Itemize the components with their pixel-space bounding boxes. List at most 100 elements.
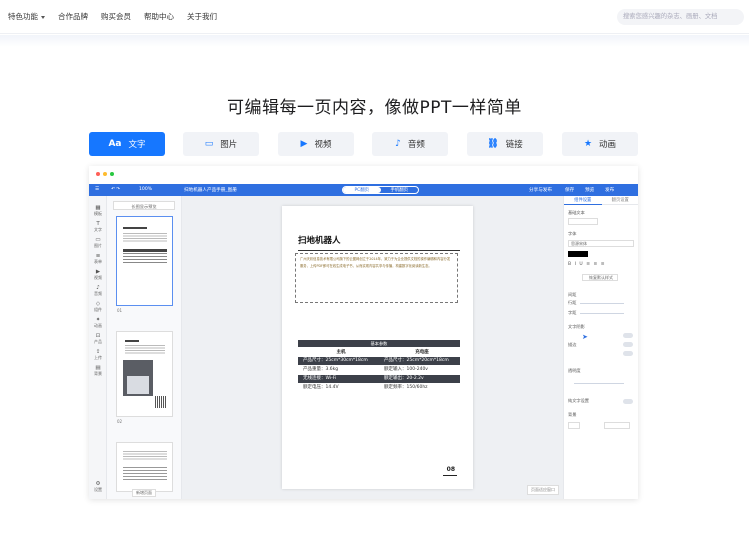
rail-product[interactable]: ⊡ 产品: [89, 333, 107, 345]
editor-preview: ☰ ↶ ↷ 100% 扫地机器人产品手册_图册 PC翻页 手机翻页 分享与发布 …: [89, 166, 638, 499]
view-mode-mobile[interactable]: 手机翻页: [381, 187, 419, 193]
page-thumbnails: 长图显示预览 01 02 新增页面: [107, 196, 182, 499]
plain-text-toggle[interactable]: [623, 399, 633, 404]
stroke-toggle[interactable]: [623, 342, 633, 347]
table-row: 产品重量：3.6kg 额定输入：100-240v: [303, 367, 428, 372]
hero-title: 可编辑每一页内容，像做PPT一样简单: [227, 98, 522, 118]
thumbnail-page-1[interactable]: [116, 216, 173, 306]
page-paragraph[interactable]: 广州天彩信息技术有限公司旗下的云图网创立于2014年，致力于为企业提供文档的操作…: [300, 256, 451, 269]
text-style-select[interactable]: [568, 218, 598, 225]
menu-icon[interactable]: ☰: [95, 187, 99, 192]
rail-component[interactable]: ◇ 组件: [89, 301, 107, 313]
table-row: 产品尺寸：25cm*30cm*18cm 产品尺寸：25cm*20cm*18cm: [298, 357, 460, 365]
undo-icon[interactable]: ↶ ↷: [111, 187, 120, 192]
search-input[interactable]: 搜索您感兴趣的杂志、画册、文档: [617, 9, 744, 25]
font-select[interactable]: 思源宋体: [568, 240, 634, 247]
opacity-slider[interactable]: [574, 383, 624, 385]
nav-about[interactable]: 关于我们: [187, 11, 217, 22]
thumbnail-page-2[interactable]: [116, 331, 173, 417]
table-row: 无线连接：Wi-Fi 额定输出：20-2.2v: [298, 375, 460, 383]
title-underline: [298, 250, 460, 251]
restore-default-style-button[interactable]: 恢复默认样式: [582, 274, 618, 281]
properties-tabs: 组件设置 翻页设置: [564, 196, 638, 205]
video-icon: ▶: [300, 139, 308, 149]
zoom-level[interactable]: 100%: [139, 187, 152, 192]
rail-template[interactable]: ▦ 模板: [89, 205, 107, 217]
table-row: 额定电压：14.4V 额定频率：150/60hz: [303, 385, 428, 390]
rail-animation[interactable]: ✦ 动画: [89, 317, 107, 329]
image-icon: ▭: [204, 139, 214, 149]
background-value-input[interactable]: [604, 422, 630, 429]
left-toolbar: ▦ 模板 T 文字 ▭ 图片 ≡ 表单 ▶ 视频 ♪ 音频 ◇ 组件 ✦ 动画 ⊡ 产品 ⇪ 上传 …: [89, 196, 107, 499]
shadow-toggle[interactable]: [623, 333, 633, 338]
page-number: 08: [446, 466, 455, 473]
chevron-down-icon: [41, 15, 45, 19]
cursor-icon: ➤: [582, 333, 588, 341]
document-title[interactable]: 扫地机器人产品手册_图册: [184, 187, 237, 193]
view-mode-pc[interactable]: PC翻页: [343, 187, 381, 193]
rail-video[interactable]: ▶ 视频: [89, 269, 107, 281]
fit-window-button[interactable]: 页面适应窗口: [527, 485, 559, 495]
link-icon: ⛓: [487, 139, 499, 149]
opacity-label: 透明度: [568, 368, 581, 373]
rail-audio[interactable]: ♪ 音频: [89, 285, 107, 297]
rail-upload[interactable]: ⇪ 上传: [89, 349, 107, 361]
rail-settings[interactable]: ⚙ 设置: [89, 481, 107, 493]
editor-toolbar: ☰ ↶ ↷ 100% 扫地机器人产品手册_图册 PC翻页 手机翻页 分享与发布 …: [89, 184, 638, 196]
page-title[interactable]: 扫地机器人: [298, 234, 341, 246]
close-dot: [96, 172, 100, 176]
background-label: 背景: [568, 412, 577, 417]
tab-audio[interactable]: ♪ 音频: [372, 132, 448, 156]
letter-spacing-label: 字距: [568, 310, 577, 315]
window-controls: [96, 172, 117, 176]
document-page[interactable]: 扫地机器人 广州天彩信息技术有限公司旗下的云图网创立于2014年，致力于为企业提…: [282, 206, 473, 489]
text-color-swatch[interactable]: [568, 251, 588, 257]
nav-features[interactable]: 特色功能: [8, 11, 45, 22]
nav-help[interactable]: 帮助中心: [144, 11, 174, 22]
thumbnail-number: 02: [117, 419, 123, 424]
rail-background[interactable]: ▤ 背景: [89, 365, 107, 377]
tab-text[interactable]: Aa 文字: [89, 132, 165, 156]
nav-partners[interactable]: 合作品牌: [58, 11, 88, 22]
publish-button[interactable]: 发布: [605, 187, 614, 193]
tab-animation[interactable]: ★ 动画: [562, 132, 638, 156]
view-mode-toggle[interactable]: PC翻页 手机翻页: [342, 186, 419, 194]
letter-spacing-slider[interactable]: [580, 313, 624, 315]
section-label: 文字阴影: [568, 324, 585, 329]
save-button[interactable]: 保存: [565, 187, 574, 193]
line-height-label: 行距: [568, 300, 577, 305]
canvas-area: 扫地机器人 广州天彩信息技术有限公司旗下的云图网创立于2014年，致力于为企业提…: [182, 196, 563, 499]
nav-membership[interactable]: 购买会员: [101, 11, 131, 22]
rail-text[interactable]: T 文字: [89, 221, 107, 233]
stroke-label: 描边: [568, 342, 577, 347]
option-toggle[interactable]: [623, 351, 633, 356]
maximize-dot: [110, 172, 114, 176]
rail-image[interactable]: ▭ 图片: [89, 237, 107, 249]
tab-component-settings[interactable]: 组件设置: [564, 196, 602, 205]
line-height-slider[interactable]: [580, 303, 624, 305]
text-format-buttons[interactable]: BIU≡≡≡: [568, 262, 608, 267]
tab-image[interactable]: ▭ 图片: [183, 132, 259, 156]
section-label: 间距: [568, 292, 577, 297]
preview-button[interactable]: 预览: [585, 187, 594, 193]
properties-panel: 组件设置 翻页设置 基础文本 字体 思源宋体 BIU≡≡≡ 恢复默认样式 间距 …: [563, 196, 638, 499]
text-icon: Aa: [108, 139, 122, 149]
tab-video[interactable]: ▶ 视频: [278, 132, 354, 156]
page-number-underline: [443, 474, 457, 476]
tab-page-settings[interactable]: 翻页设置: [601, 196, 638, 205]
long-preview-toggle[interactable]: 长图显示预览: [113, 201, 175, 210]
plain-text-settings-label: 纯文字设置: [568, 398, 589, 403]
feature-tabs: Aa 文字 ▭ 图片 ▶ 视频 ♪ 音频 ⛓ 链接 ★ 动画: [89, 132, 638, 156]
spec-table-header: 主机 充电座: [336, 350, 429, 355]
music-icon: ♪: [395, 139, 401, 149]
rail-form[interactable]: ≡ 表单: [89, 253, 107, 265]
header-band: [0, 35, 749, 47]
minimize-dot: [103, 172, 107, 176]
share-publish-link[interactable]: 分享与发布: [529, 187, 552, 193]
thumbnail-page-3[interactable]: [116, 442, 173, 492]
background-color-select[interactable]: [568, 422, 580, 429]
tab-link[interactable]: ⛓ 链接: [467, 132, 543, 156]
star-icon: ★: [583, 139, 593, 149]
add-page-button[interactable]: 新增页面: [132, 489, 156, 497]
thumbnail-number: 01: [117, 308, 123, 313]
